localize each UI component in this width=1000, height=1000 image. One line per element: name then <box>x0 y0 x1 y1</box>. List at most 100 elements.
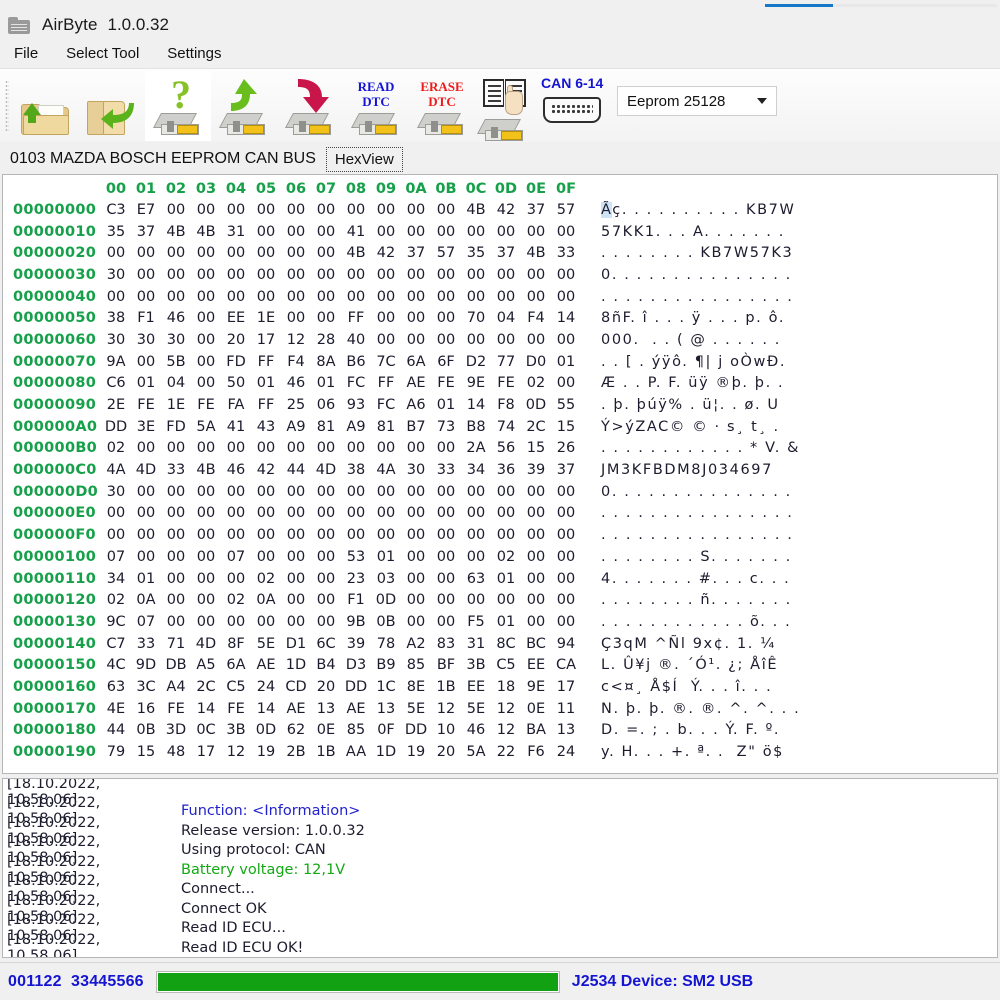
hex-byte[interactable]: 00 <box>251 267 281 283</box>
hex-byte[interactable]: 00 <box>221 484 251 500</box>
hex-byte[interactable]: 15 <box>551 419 581 435</box>
hex-byte[interactable]: 00 <box>251 484 281 500</box>
hex-byte[interactable]: 5E <box>251 636 281 652</box>
hex-byte[interactable]: 57 <box>431 245 461 261</box>
hex-byte[interactable]: 4B <box>161 224 191 240</box>
hex-byte[interactable]: 00 <box>221 267 251 283</box>
hex-byte[interactable]: 00 <box>371 310 401 326</box>
hex-byte[interactable]: 13 <box>371 701 401 717</box>
hex-byte[interactable]: 30 <box>101 484 131 500</box>
hex-byte[interactable]: 4D <box>131 462 161 478</box>
hex-byte[interactable]: DD <box>341 679 371 695</box>
hex-byte[interactable]: 00 <box>491 332 521 348</box>
hex-byte[interactable]: 00 <box>311 310 341 326</box>
hex-view-panel[interactable]: 000102030405060708090A0B0C0D0E0F 0000000… <box>2 174 998 774</box>
hex-byte[interactable]: 17 <box>251 332 281 348</box>
hex-byte[interactable]: 00 <box>431 289 461 305</box>
hex-byte[interactable]: 00 <box>521 571 551 587</box>
hex-byte[interactable]: 01 <box>491 571 521 587</box>
hex-byte[interactable]: D2 <box>461 354 491 370</box>
hex-byte[interactable]: 00 <box>281 484 311 500</box>
hex-byte[interactable]: 14 <box>461 397 491 413</box>
hex-byte[interactable]: F4 <box>521 310 551 326</box>
hex-byte[interactable]: 00 <box>131 245 161 261</box>
hex-byte[interactable]: 77 <box>491 354 521 370</box>
hex-byte[interactable]: 9C <box>101 614 131 630</box>
hex-byte[interactable]: 00 <box>401 224 431 240</box>
hex-byte[interactable]: 00 <box>281 224 311 240</box>
hex-byte[interactable]: 00 <box>191 375 221 391</box>
hex-byte[interactable]: 00 <box>431 592 461 608</box>
hex-byte[interactable]: F8 <box>491 397 521 413</box>
save-file-button[interactable] <box>79 71 145 141</box>
hex-byte[interactable]: 00 <box>461 267 491 283</box>
hex-byte[interactable]: 24 <box>251 679 281 695</box>
hex-row[interactable]: 0000011034010000000200002303000063010000… <box>3 568 997 590</box>
hex-byte[interactable]: 00 <box>371 484 401 500</box>
hex-byte[interactable]: 28 <box>311 332 341 348</box>
hex-byte[interactable]: 00 <box>221 202 251 218</box>
hex-byte[interactable]: FA <box>221 397 251 413</box>
hex-byte[interactable]: 3B <box>221 722 251 738</box>
hex-byte[interactable]: 79 <box>101 744 131 760</box>
hex-row[interactable]: 0000001035374B4B310000004100000000000000… <box>3 221 997 243</box>
hex-byte[interactable]: 63 <box>461 571 491 587</box>
hex-byte[interactable]: AE <box>251 657 281 673</box>
hex-byte[interactable]: 00 <box>251 440 281 456</box>
hex-byte[interactable]: 00 <box>311 614 341 630</box>
hex-byte[interactable]: 00 <box>101 289 131 305</box>
hex-byte[interactable]: 9A <box>101 354 131 370</box>
hex-byte[interactable]: 0D <box>251 722 281 738</box>
hex-byte[interactable]: 00 <box>161 202 191 218</box>
hex-byte[interactable]: 2C <box>521 419 551 435</box>
hex-row[interactable]: 0000010007000000070000005301000000020000… <box>3 546 997 568</box>
hex-byte[interactable]: 00 <box>191 332 221 348</box>
hex-byte[interactable]: 00 <box>371 267 401 283</box>
hex-byte[interactable]: 8C <box>491 636 521 652</box>
hex-byte[interactable]: 01 <box>371 549 401 565</box>
hex-byte[interactable]: 2E <box>101 397 131 413</box>
hex-byte[interactable]: 00 <box>251 202 281 218</box>
hex-byte[interactable]: 44 <box>101 722 131 738</box>
log-panel[interactable]: [18.10.2022, 10.58.06][18.10.2022, 10.58… <box>2 778 998 958</box>
hex-byte[interactable]: 0C <box>191 722 221 738</box>
hex-byte[interactable]: 00 <box>551 549 581 565</box>
hex-byte[interactable]: FF <box>251 397 281 413</box>
hex-byte[interactable]: AE <box>401 375 431 391</box>
hex-byte[interactable]: 00 <box>191 245 221 261</box>
hex-byte[interactable]: 37 <box>401 245 431 261</box>
hex-byte[interactable]: 13 <box>551 722 581 738</box>
hex-byte[interactable]: 00 <box>281 505 311 521</box>
hex-byte[interactable]: 20 <box>431 744 461 760</box>
hex-byte[interactable]: 04 <box>161 375 191 391</box>
hex-byte[interactable]: 00 <box>551 571 581 587</box>
hex-byte[interactable]: C6 <box>101 375 131 391</box>
hex-byte[interactable]: 53 <box>341 549 371 565</box>
hex-byte[interactable]: F4 <box>281 354 311 370</box>
hex-byte[interactable]: B9 <box>371 657 401 673</box>
hex-byte[interactable]: 00 <box>431 224 461 240</box>
hex-byte[interactable]: 00 <box>191 310 221 326</box>
hex-byte[interactable]: 00 <box>191 571 221 587</box>
hex-byte[interactable]: 00 <box>221 571 251 587</box>
hex-byte[interactable]: 33 <box>131 636 161 652</box>
hex-byte[interactable]: D3 <box>341 657 371 673</box>
hex-byte[interactable]: 00 <box>371 224 401 240</box>
hex-byte[interactable]: 15 <box>521 440 551 456</box>
hex-byte[interactable]: 01 <box>131 571 161 587</box>
hex-byte[interactable]: 00 <box>281 614 311 630</box>
hex-byte[interactable]: 30 <box>161 332 191 348</box>
hex-byte[interactable]: 00 <box>401 527 431 543</box>
hex-byte[interactable]: 04 <box>491 310 521 326</box>
hex-byte[interactable]: 37 <box>521 202 551 218</box>
hex-byte[interactable]: 00 <box>431 614 461 630</box>
hex-byte[interactable]: 35 <box>461 245 491 261</box>
hex-byte[interactable]: A6 <box>401 397 431 413</box>
hex-byte[interactable]: 00 <box>311 549 341 565</box>
hex-byte[interactable]: 00 <box>131 440 161 456</box>
hex-byte[interactable]: 00 <box>461 527 491 543</box>
hex-byte[interactable]: 9B <box>341 614 371 630</box>
hex-byte[interactable]: FE <box>491 375 521 391</box>
hex-byte[interactable]: AE <box>341 701 371 717</box>
hex-byte[interactable]: 07 <box>101 549 131 565</box>
